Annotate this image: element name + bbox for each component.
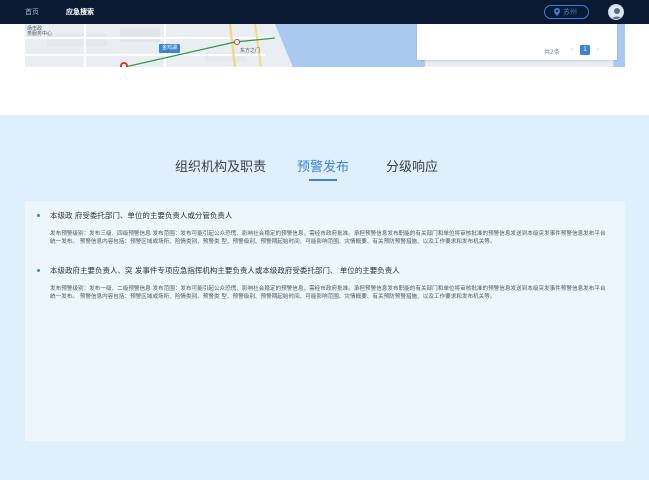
map-result-panel: 共2条 ‹ 1 › xyxy=(417,24,617,60)
pagination-next-icon[interactable]: › xyxy=(593,45,603,55)
user-avatar-icon[interactable] xyxy=(608,4,624,20)
content-card: 本级政 府受委托部门、单位的主要负责人或分管负责人 发布预警级别：发布三级、四级… xyxy=(25,201,625,441)
item-body: 发布预警级别：发布一级、二级预警信息 发布范围：发布可能引起公众恐慌、影响社会稳… xyxy=(50,286,606,300)
tab-organization[interactable]: 组织机构及职责 xyxy=(175,156,266,175)
item-title: 本级政 府受委托部门、单位的主要负责人或分管负责人 xyxy=(50,211,233,220)
item-title: 本级政府主要负责人、突 发事件专项应急指挥机构主要负责人或本级政府受委托部门、 … xyxy=(50,266,400,275)
nav-emergency-search-link[interactable]: 应急搜索 xyxy=(66,7,94,17)
location-pin-icon xyxy=(554,8,560,16)
city-label: 苏州 xyxy=(563,8,577,16)
emergency-plan-section: 组织机构及职责 预警发布 分级响应 本级政 府受委托部门、单位的主要负责人或分管… xyxy=(0,115,649,480)
tab-graded-response[interactable]: 分级响应 xyxy=(386,156,438,175)
bullet-dot-icon xyxy=(37,269,40,272)
active-tab-indicator xyxy=(309,179,337,181)
tab-warning-release[interactable]: 预警发布 xyxy=(297,156,349,175)
city-selector-button[interactable]: 苏州 xyxy=(544,5,589,19)
nav-home-link[interactable]: 首页 xyxy=(25,7,39,17)
top-nav-bar: 首页 应急搜索 苏州 xyxy=(0,0,649,24)
pagination-total: 共2条 xyxy=(544,49,560,56)
item-body: 发布预警级别：发布三级、四级预警信息 发布范围：发布可能引起公众恐慌、影响社会稳… xyxy=(50,231,606,245)
map-view[interactable]: 场市政 务服务中心 金鸡湖 东方之门 共2条 ‹ 1 › xyxy=(25,24,625,67)
pagination-page-button[interactable]: 1 xyxy=(580,45,590,55)
bullet-dot-icon xyxy=(37,214,40,217)
map-place-label: 东方之门 xyxy=(240,48,261,54)
map-metro-station-badge: 金鸡湖 xyxy=(159,44,181,53)
map-place-label: 务服务中心 xyxy=(27,31,53,37)
pagination-prev-icon[interactable]: ‹ xyxy=(567,45,577,55)
